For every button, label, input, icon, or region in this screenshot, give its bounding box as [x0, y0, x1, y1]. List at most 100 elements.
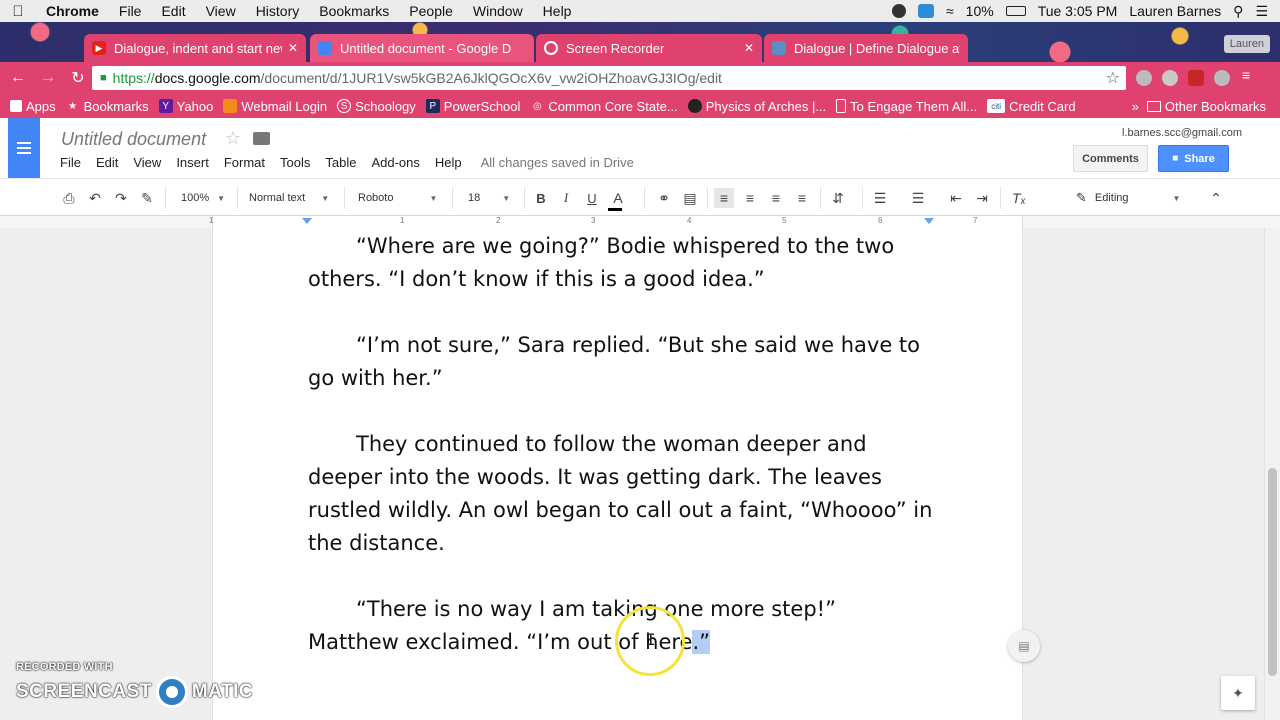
docs-menu-table[interactable]: Table: [325, 155, 356, 170]
save-status[interactable]: All changes saved in Drive: [481, 155, 634, 170]
paragraph[interactable]: “I’m not sure,” Sara replied. “But she s…: [308, 329, 933, 395]
tab-youtube-dialogue[interactable]: ▶ Dialogue, indent and start new ✕: [84, 34, 306, 62]
clock[interactable]: Tue 3:05 PM: [1038, 3, 1118, 19]
extension-icon[interactable]: [1214, 70, 1230, 86]
screencast-tray-icon[interactable]: [917, 4, 934, 18]
other-bookmarks[interactable]: » Other Bookmarks: [1132, 94, 1266, 118]
secure-lock-icon[interactable]: ■: [100, 72, 107, 84]
bookmark-credit-card[interactable]: citi Credit Card: [987, 99, 1076, 114]
docs-menu-addons[interactable]: Add-ons: [371, 155, 419, 170]
scrollbar-thumb[interactable]: [1268, 468, 1277, 676]
menu-help[interactable]: Help: [533, 3, 582, 19]
docs-menu-view[interactable]: View: [133, 155, 161, 170]
align-justify-icon[interactable]: ≡: [792, 188, 812, 208]
menu-window[interactable]: Window: [463, 3, 533, 19]
left-indent-marker[interactable]: [302, 218, 312, 224]
user-name[interactable]: Lauren Barnes: [1129, 3, 1221, 19]
bookmark-engage-them-all[interactable]: To Engage Them All...: [836, 99, 977, 114]
bold-icon[interactable]: B: [531, 188, 551, 208]
text-color-icon[interactable]: A: [608, 188, 628, 208]
back-arrow-icon[interactable]: ←: [6, 69, 30, 87]
underline-icon[interactable]: U: [582, 188, 602, 208]
close-icon[interactable]: ✕: [744, 41, 754, 55]
bulleted-list-icon[interactable]: ☰: [908, 188, 928, 208]
docs-menu-insert[interactable]: Insert: [176, 155, 209, 170]
share-button[interactable]: ■ Share: [1158, 145, 1229, 172]
bookmark-apps[interactable]: Apps: [10, 99, 56, 114]
bookmark-webmail[interactable]: Webmail Login: [223, 99, 327, 114]
explore-button[interactable]: ✦: [1221, 676, 1255, 710]
font-size-select[interactable]: 18 ▼: [468, 188, 510, 208]
chevron-double-right-icon[interactable]: »: [1132, 99, 1139, 114]
move-to-folder-icon[interactable]: [253, 132, 270, 145]
zoom-select[interactable]: 100% ▼: [181, 188, 225, 208]
docs-menu-format[interactable]: Format: [224, 155, 265, 170]
line-spacing-icon[interactable]: ⇵: [828, 188, 848, 208]
increase-indent-icon[interactable]: ⇥: [972, 188, 992, 208]
comments-button[interactable]: Comments: [1073, 145, 1148, 172]
forward-arrow-icon[interactable]: →: [36, 69, 60, 87]
drive-sync-icon[interactable]: [891, 4, 906, 18]
menu-bookmarks[interactable]: Bookmarks: [309, 3, 399, 19]
menu-file[interactable]: File: [109, 3, 152, 19]
menu-view[interactable]: View: [196, 3, 246, 19]
evernote-extension-icon[interactable]: [1188, 70, 1204, 86]
vertical-scrollbar[interactable]: [1264, 228, 1280, 720]
document-title[interactable]: Untitled document: [61, 129, 206, 150]
battery-icon[interactable]: [1005, 6, 1026, 16]
menu-people[interactable]: People: [399, 3, 463, 19]
wifi-icon[interactable]: ≈: [946, 3, 954, 19]
link-icon[interactable]: ⚭: [654, 188, 674, 208]
docs-menu-file[interactable]: File: [60, 155, 81, 170]
extension-icon[interactable]: [1162, 70, 1178, 86]
bookmark-bookmarks[interactable]: ★ Bookmarks: [66, 99, 149, 114]
undo-icon[interactable]: ↶: [85, 188, 105, 208]
collapse-menus-icon[interactable]: ⌃: [1206, 188, 1226, 208]
menu-app-name[interactable]: Chrome: [36, 3, 109, 19]
align-center-icon[interactable]: ≡: [740, 188, 760, 208]
align-right-icon[interactable]: ≡: [766, 188, 786, 208]
right-indent-marker[interactable]: [924, 218, 934, 224]
docs-menu-help[interactable]: Help: [435, 155, 462, 170]
bookmark-physics-of-arches[interactable]: Physics of Arches |...: [687, 99, 826, 114]
docs-menu-edit[interactable]: Edit: [96, 155, 118, 170]
battery-percent[interactable]: 10%: [966, 3, 994, 19]
print-icon[interactable]: ⎙: [59, 188, 79, 208]
tab-screen-recorder[interactable]: Screen Recorder ✕: [536, 34, 762, 62]
tab-google-doc[interactable]: Untitled document - Google D: [310, 34, 534, 62]
docs-home-icon[interactable]: [8, 118, 40, 178]
add-comment-button[interactable]: ▤: [1008, 630, 1040, 662]
decrease-indent-icon[interactable]: ⇤: [946, 188, 966, 208]
chrome-menu-icon[interactable]: ≡: [1242, 67, 1262, 83]
clear-formatting-icon[interactable]: Tₓ: [1009, 188, 1029, 208]
align-left-icon[interactable]: ≡: [714, 188, 734, 208]
account-email[interactable]: l.barnes.scc@gmail.com: [1122, 127, 1242, 139]
editing-mode-select[interactable]: ✎ Editing ▼: [1076, 188, 1180, 208]
drive-extension-icon[interactable]: [1136, 70, 1152, 86]
comment-icon[interactable]: ▤: [680, 188, 700, 208]
font-family-select[interactable]: Roboto ▼: [358, 188, 437, 208]
bookmark-yahoo[interactable]: Y Yahoo: [158, 99, 213, 114]
menu-history[interactable]: History: [246, 3, 310, 19]
tab-dictionary[interactable]: Dialogue | Define Dialogue at D: [764, 34, 968, 62]
reload-icon[interactable]: ↻: [66, 68, 90, 88]
close-icon[interactable]: ✕: [288, 41, 298, 55]
url-omnibox[interactable]: ■ https:// docs.google.com /document/d/1…: [92, 66, 1126, 90]
bookmark-schoology[interactable]: S Schoology: [337, 99, 416, 114]
numbered-list-icon[interactable]: ☰: [870, 188, 890, 208]
docs-menu-tools[interactable]: Tools: [280, 155, 310, 170]
paint-format-icon[interactable]: ✎: [137, 188, 157, 208]
paragraph-style-select[interactable]: Normal text ▼: [249, 188, 329, 208]
notification-center-icon[interactable]: ☰: [1255, 3, 1268, 20]
bookmark-common-core[interactable]: ◎ Common Core State...: [530, 99, 678, 114]
menu-edit[interactable]: Edit: [151, 3, 195, 19]
text-selection[interactable]: .”: [692, 630, 711, 654]
bookmark-star-icon[interactable]: ☆: [1106, 68, 1120, 88]
bookmark-powerschool[interactable]: P PowerSchool: [425, 99, 520, 114]
paragraph[interactable]: “Where are we going?” Bodie whispered to…: [308, 230, 933, 296]
apple-menu-icon[interactable]: : [0, 3, 36, 20]
paragraph[interactable]: They continued to follow the woman deepe…: [308, 428, 933, 560]
redo-icon[interactable]: ↷: [111, 188, 131, 208]
star-document-icon[interactable]: ☆: [225, 128, 241, 149]
spotlight-search-icon[interactable]: ⚲: [1233, 3, 1243, 20]
